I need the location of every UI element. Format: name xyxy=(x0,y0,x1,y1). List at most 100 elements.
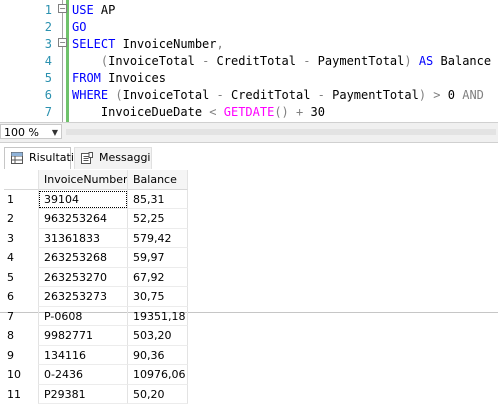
tab-results[interactable]: Risultati xyxy=(4,147,74,169)
row-number[interactable]: 8 xyxy=(4,326,38,346)
code-token: - xyxy=(317,88,325,102)
code-text: USE AP xyxy=(72,2,115,19)
zoom-bar: 100 % ▼ xyxy=(0,122,498,143)
code-line[interactable]: 4 (InvoiceTotal - CreditTotal - PaymentT… xyxy=(0,53,498,70)
code-line[interactable]: 2 GO xyxy=(0,19,498,36)
row-number[interactable]: 2 xyxy=(4,209,38,229)
code-token: SELECT xyxy=(72,37,116,51)
row-number[interactable]: 4 xyxy=(4,248,38,268)
tab-messages-label: Messaggi xyxy=(99,151,151,164)
row-number[interactable]: 10 xyxy=(4,365,38,385)
cell-invoicenumber[interactable]: 31361833 xyxy=(38,228,128,248)
line-number: 2 xyxy=(44,20,52,34)
cell-balance[interactable]: 579,42 xyxy=(128,228,188,248)
code-token: InvoiceDueDate xyxy=(72,105,210,119)
code-token: ) xyxy=(418,88,427,102)
code-text: (InvoiceTotal - CreditTotal - PaymentTot… xyxy=(72,53,491,70)
cell-balance[interactable]: 52,25 xyxy=(128,209,188,229)
cell-invoicenumber[interactable]: 134116 xyxy=(38,345,128,365)
code-token: InvoiceTotal xyxy=(122,88,217,102)
chevron-down-icon[interactable]: ▼ xyxy=(52,125,58,140)
tab-results-label: Risultati xyxy=(29,151,74,164)
row-number[interactable]: 3 xyxy=(4,229,38,249)
code-token: WHERE xyxy=(72,88,109,102)
column-header-balance[interactable]: Balance xyxy=(128,170,188,190)
code-token: > xyxy=(433,88,441,102)
code-token: ( xyxy=(115,88,123,102)
line-number: 3 xyxy=(44,37,52,51)
line-number: 4 xyxy=(44,54,52,68)
cell-balance[interactable]: 30,75 xyxy=(128,287,188,307)
results-tabs: Risultati Messaggi xyxy=(0,143,498,313)
zoom-dropdown[interactable]: 100 % ▼ xyxy=(0,124,62,139)
code-line[interactable]: 1 USE AP xyxy=(0,2,498,19)
cell-balance[interactable]: 67,92 xyxy=(128,267,188,287)
code-text: WHERE (InvoiceTotal - CreditTotal - Paym… xyxy=(72,87,484,104)
row-number[interactable]: 6 xyxy=(4,287,38,307)
grid-icon xyxy=(11,152,23,164)
cell-balance[interactable]: 19351,18 xyxy=(128,306,188,326)
line-number: 6 xyxy=(44,88,52,102)
cell-invoicenumber[interactable]: P29381 xyxy=(38,384,128,404)
cell-balance[interactable]: 503,20 xyxy=(128,326,188,346)
code-token: PaymentTotal xyxy=(310,54,405,68)
code-line[interactable]: 7 InvoiceDueDate < GETDATE() + 30 xyxy=(0,104,498,121)
code-text: InvoiceDueDate < GETDATE() + 30 xyxy=(72,104,325,121)
code-token: AS xyxy=(411,54,434,68)
code-token: InvoiceNumber xyxy=(115,37,217,51)
code-token: CreditTotal xyxy=(223,88,318,102)
cell-invoicenumber[interactable]: 263253273 xyxy=(38,287,128,307)
cell-balance[interactable]: 10976,06 xyxy=(128,365,188,385)
line-number: 7 xyxy=(44,105,52,119)
code-line[interactable]: 3 SELECT InvoiceNumber, xyxy=(0,36,498,53)
cell-invoicenumber[interactable]: 0-2436 xyxy=(38,365,128,385)
cell-invoicenumber[interactable]: 39104 xyxy=(38,189,128,209)
row-number[interactable]: 7 xyxy=(4,307,38,327)
cell-balance[interactable]: 90,36 xyxy=(128,345,188,365)
row-number[interactable]: 11 xyxy=(4,385,38,405)
code-token: ) xyxy=(404,54,412,68)
line-number: 5 xyxy=(44,71,52,85)
messages-icon xyxy=(81,152,93,164)
column-header-invoicenumber[interactable]: InvoiceNumber xyxy=(38,170,128,190)
code-token: , xyxy=(216,37,224,51)
code-token: 0 xyxy=(440,88,463,102)
code-token: CreditTotal xyxy=(209,54,304,68)
code-text: FROM Invoices xyxy=(72,70,166,87)
row-number[interactable]: 1 xyxy=(4,190,38,210)
code-line[interactable]: 5 FROM Invoices xyxy=(0,70,498,87)
tab-messages[interactable]: Messaggi xyxy=(74,147,152,169)
code-token: AP xyxy=(93,3,116,17)
code-text: GO xyxy=(72,19,86,36)
line-number: 1 xyxy=(44,3,52,17)
ssms-query-window: − − 1 USE AP 2 GO 3 SELECT InvoiceNumber, 4 (I… xyxy=(0,0,498,415)
horizontal-scrollbar[interactable] xyxy=(66,129,496,135)
cell-invoicenumber[interactable]: 263253268 xyxy=(38,248,128,268)
row-number[interactable]: 5 xyxy=(4,268,38,288)
cell-invoicenumber[interactable]: 963253264 xyxy=(38,209,128,229)
code-token: InvoiceTotal xyxy=(108,54,203,68)
row-header-corner[interactable] xyxy=(4,170,38,190)
sql-editor[interactable]: − − 1 USE AP 2 GO 3 SELECT InvoiceNumber, 4 (I… xyxy=(0,0,498,122)
code-text: SELECT InvoiceNumber, xyxy=(72,36,224,53)
cell-balance[interactable]: 85,31 xyxy=(128,189,188,209)
code-token: AND xyxy=(462,88,484,102)
cell-balance[interactable]: 50,20 xyxy=(128,384,188,404)
code-line[interactable]: 6 WHERE (InvoiceTotal - CreditTotal - Pay… xyxy=(0,87,498,104)
code-token: < xyxy=(209,105,217,119)
cell-balance[interactable]: 59,97 xyxy=(128,248,188,268)
row-number[interactable]: 9 xyxy=(4,346,38,366)
cell-invoicenumber[interactable]: 263253270 xyxy=(38,267,128,287)
code-token: PaymentTotal xyxy=(324,88,419,102)
code-token: GETDATE xyxy=(223,105,275,119)
code-token: USE xyxy=(72,3,94,17)
code-token: Balance xyxy=(433,54,492,68)
code-token: () xyxy=(274,105,289,119)
code-token: GO xyxy=(72,20,87,34)
code-token: 30 xyxy=(303,105,325,119)
cell-invoicenumber[interactable]: P-0608 xyxy=(38,306,128,326)
cell-invoicenumber[interactable]: 9982771 xyxy=(38,326,128,346)
